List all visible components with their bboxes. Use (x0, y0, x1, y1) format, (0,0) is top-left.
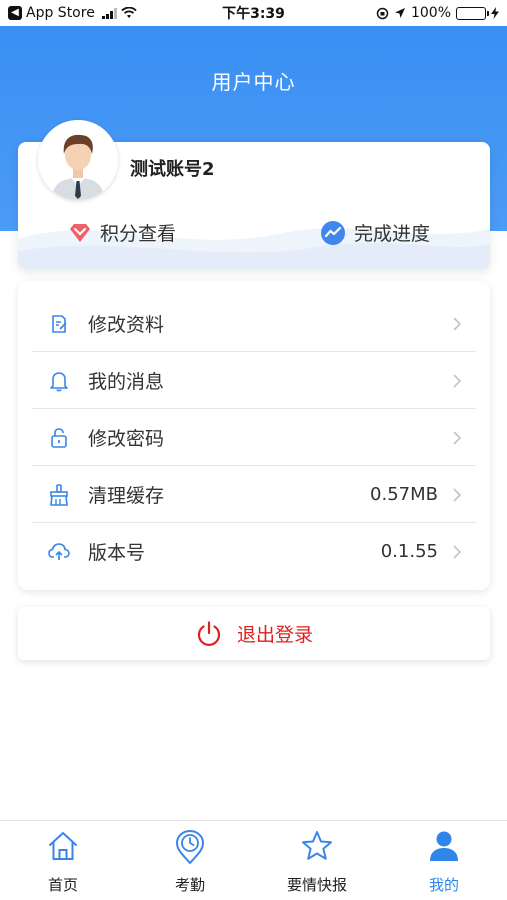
status-bar-left: ◀ App Store (8, 5, 198, 21)
version-value: 0.1.55 (380, 541, 438, 562)
location-icon (394, 8, 405, 18)
logout-button[interactable]: 退出登录 (18, 607, 490, 660)
power-icon (197, 620, 221, 646)
clock-pin-icon (175, 829, 205, 865)
menu-item-label: 修改资料 (88, 314, 165, 336)
star-icon (302, 831, 332, 860)
menu-item-clear-cache[interactable]: 清理缓存 0.57MB (32, 466, 476, 523)
tab-label: 要情快报 (286, 876, 347, 894)
menu-item-label: 我的消息 (88, 371, 165, 393)
tab-label: 考勤 (174, 876, 205, 894)
charging-icon (491, 7, 499, 19)
signal-icon (101, 7, 117, 19)
bell-icon (48, 370, 70, 392)
username: 测试账号2 (130, 159, 215, 180)
status-bar-right: 100% (309, 5, 499, 21)
tab-mine[interactable]: 我的 (381, 821, 507, 900)
menu-item-my-messages[interactable]: 我的消息 (32, 352, 476, 409)
progress-label: 完成进度 (354, 223, 431, 245)
menu-item-version[interactable]: 版本号 0.1.55 (32, 523, 476, 580)
home-icon (49, 832, 77, 860)
broom-icon (48, 483, 70, 506)
chevron-right-icon (453, 316, 462, 331)
chevron-right-icon (453, 544, 462, 559)
tab-attendance[interactable]: 考勤 (127, 821, 253, 900)
chevron-right-icon (453, 373, 462, 388)
tab-label: 首页 (47, 876, 78, 894)
menu-item-label: 版本号 (88, 542, 146, 564)
orientation-lock-icon (376, 7, 389, 19)
user-icon (430, 831, 458, 861)
cache-size-value: 0.57MB (370, 484, 438, 505)
battery-icon (456, 6, 489, 20)
tab-briefing[interactable]: 要情快报 (254, 821, 380, 900)
menu-item-label: 清理缓存 (88, 485, 165, 507)
tab-bar: 首页 考勤 要情快报 我的 (0, 820, 507, 900)
points-view-button[interactable]: 积分查看 (68, 219, 176, 246)
lock-icon (48, 427, 70, 449)
cloud-upload-icon (48, 541, 70, 563)
tab-label: 我的 (428, 876, 459, 894)
menu-item-label: 修改密码 (88, 428, 165, 450)
diamond-heart-icon (70, 223, 90, 242)
settings-menu: 修改资料 我的消息 修改密码 清理缓存 0.57MB 版本号 0.1.55 (18, 281, 490, 590)
chevron-right-icon (453, 430, 462, 445)
edit-icon (48, 313, 70, 335)
back-arrow-icon[interactable]: ◀ (8, 6, 22, 20)
menu-item-change-password[interactable]: 修改密码 (32, 409, 476, 466)
points-view-label: 积分查看 (100, 223, 177, 245)
chevron-right-icon (453, 487, 462, 502)
logout-label: 退出登录 (236, 624, 313, 646)
wifi-icon (121, 7, 137, 18)
status-bar: ◀ App Store 下午3:39 100% (0, 0, 507, 26)
tab-home[interactable]: 首页 (0, 821, 126, 900)
menu-item-edit-profile[interactable]: 修改资料 (32, 295, 476, 352)
status-time: 下午3:39 (222, 6, 285, 22)
page-title: 用户中心 (211, 70, 296, 94)
battery-percent: 100% (410, 5, 451, 21)
back-app-label[interactable]: App Store (26, 5, 95, 21)
avatar[interactable] (38, 120, 118, 200)
trend-chart-icon (321, 220, 345, 245)
person-avatar-icon (38, 120, 118, 200)
progress-button[interactable]: 完成进度 (320, 219, 430, 246)
